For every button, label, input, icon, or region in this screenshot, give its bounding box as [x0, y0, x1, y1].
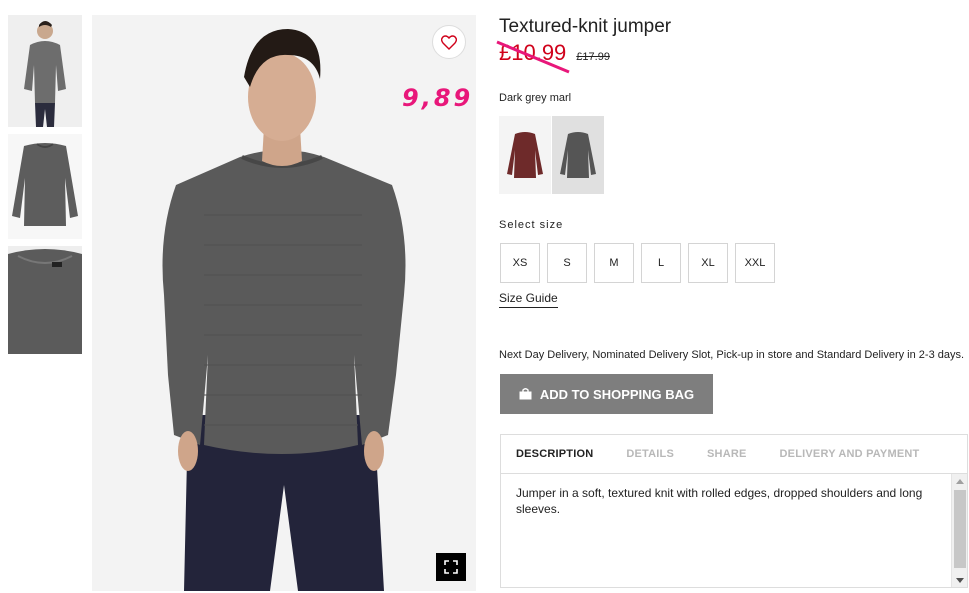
size-xxl-button[interactable]: XXL: [735, 243, 775, 283]
product-title: Textured-knit jumper: [499, 16, 672, 37]
delivery-info: Next Day Delivery, Nominated Delivery Sl…: [499, 349, 965, 361]
size-s-button[interactable]: S: [547, 243, 587, 283]
add-to-bag-button[interactable]: ADD TO SHOPPING BAG: [500, 374, 713, 414]
select-size-label: Select size: [499, 219, 564, 231]
sale-price: £10.99: [496, 40, 570, 74]
size-xl-button[interactable]: XL: [688, 243, 728, 283]
tab-details[interactable]: DETAILS: [626, 448, 674, 460]
swatch-dark-grey-marl[interactable]: [552, 116, 604, 194]
sale-price-value: £10.99: [499, 40, 567, 65]
colour-swatches: [499, 116, 605, 194]
favourite-button[interactable]: [432, 25, 466, 59]
product-description: Jumper in a soft, textured knit with rol…: [516, 486, 923, 516]
size-guide-link[interactable]: Size Guide: [499, 291, 558, 308]
size-options: XS S M L XL XXL: [500, 243, 782, 283]
size-l-button[interactable]: L: [641, 243, 681, 283]
thumbnail-flat-front[interactable]: [8, 134, 82, 239]
fullscreen-icon: [444, 560, 458, 574]
swatch-burgundy[interactable]: [499, 116, 551, 194]
tab-description[interactable]: DESCRIPTION: [516, 448, 593, 460]
colour-name: Dark grey marl: [499, 92, 572, 104]
size-m-button[interactable]: M: [594, 243, 634, 283]
tab-delivery-and-payment[interactable]: DELIVERY AND PAYMENT: [780, 448, 920, 460]
thumbnail-model[interactable]: [8, 15, 82, 127]
product-info-tabs: DESCRIPTION DETAILS SHARE DELIVERY AND P…: [500, 434, 968, 588]
shopping-bag-icon: [519, 388, 532, 400]
scrollbar-thumb[interactable]: [954, 490, 966, 568]
original-price: £17.99: [576, 51, 610, 63]
heart-icon: [441, 34, 457, 50]
add-to-bag-label: ADD TO SHOPPING BAG: [539, 386, 695, 402]
size-xs-button[interactable]: XS: [500, 243, 540, 283]
description-scrollbar[interactable]: [951, 474, 967, 587]
thumbnail-list: [8, 15, 82, 361]
tab-bar: DESCRIPTION DETAILS SHARE DELIVERY AND P…: [501, 435, 967, 474]
price-annotation: 9,89: [402, 84, 474, 112]
tab-share[interactable]: SHARE: [707, 448, 747, 460]
fullscreen-button[interactable]: [436, 553, 466, 581]
price-row: £10.99 £17.99: [496, 40, 610, 74]
scroll-down-icon[interactable]: [952, 573, 968, 587]
thumbnail-detail[interactable]: [8, 246, 82, 354]
scroll-up-icon[interactable]: [952, 474, 968, 488]
tab-content: Jumper in a soft, textured knit with rol…: [501, 474, 967, 587]
